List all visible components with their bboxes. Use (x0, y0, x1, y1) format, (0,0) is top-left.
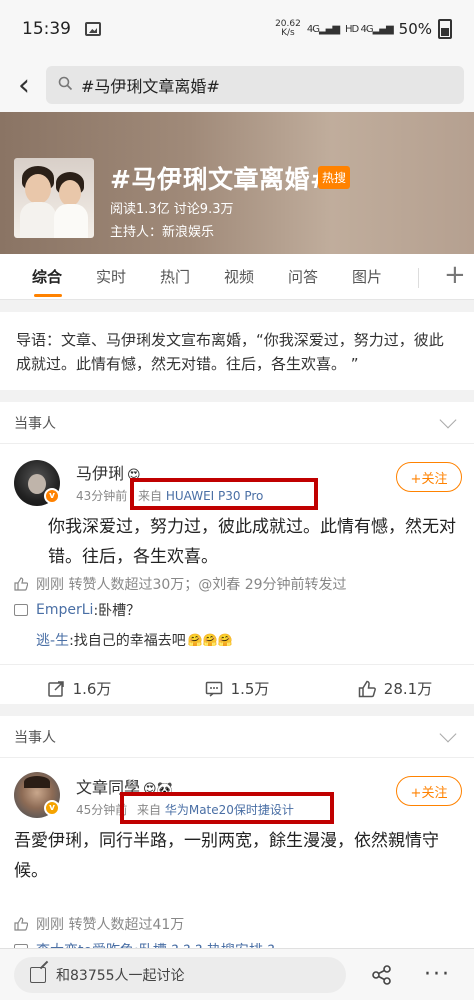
status-time: 15:39 (22, 19, 71, 39)
topic-stats: 阅读1.3亿 讨论9.3万 (110, 202, 234, 217)
like-button[interactable]: 28.1万 (316, 665, 474, 712)
follow-button[interactable]: +关注 (396, 776, 462, 806)
pencil-icon (30, 966, 46, 983)
repost-icon (47, 680, 65, 698)
share-icon[interactable] (370, 963, 394, 987)
emoji-icon: 🤗🤗🤗 (187, 633, 233, 647)
topic-title: #马伊琍文章离婚# (110, 165, 332, 194)
tab-qa[interactable]: 问答 (288, 266, 318, 287)
back-icon[interactable]: ‹ (4, 65, 44, 105)
post-actions: 1.6万 1.5万 28.1万 (0, 664, 474, 712)
network-type: 4G (306, 23, 320, 35)
network-speed-unit: K/s (281, 28, 295, 38)
tab-divider (418, 268, 419, 288)
plus-icon[interactable]: + (444, 260, 466, 290)
highlight-box (130, 478, 318, 510)
comment-button[interactable]: 1.5万 (158, 665, 316, 712)
section-label: 当事人 (14, 415, 56, 432)
post-card: 当事人 v 马伊琍 😍 43分钟前 来自 HUAWEI P30 Pro +关注 你… (0, 402, 474, 704)
like-count: 28.1万 (383, 680, 433, 698)
follow-button[interactable]: +关注 (396, 462, 462, 492)
comment-preview[interactable]: 逃-生:找自己的幸福去吧 🤗🤗🤗 (36, 630, 233, 650)
search-bar: ‹ #马伊琍文章离婚# (0, 58, 474, 112)
comment-user[interactable]: 逃-生 (36, 630, 69, 650)
topic-cover-image[interactable] (14, 158, 94, 238)
status-indicators: 20.62 K/s 4G▂▄▆ HD 4G▂▄▆ 50% (275, 19, 452, 39)
tab-bar: 综合 实时 热门 视频 问答 图片 + (0, 254, 474, 300)
author-name-text: 马伊琍 (76, 464, 125, 483)
signal-icon: 4G▂▄▆ (306, 23, 340, 35)
post-text-content: 吾愛伊琍，同行半路，一别两宽，餘生漫漫，依然親情守候。 (14, 831, 439, 881)
hot-badge: 热搜 (318, 166, 351, 189)
comment-icon (205, 680, 223, 698)
like-icon (14, 917, 29, 931)
post-section-header: 当事人 (0, 716, 474, 758)
repost-info[interactable]: 刚刚 转赞人数超过30万；@刘春 29分钟前转发过 (14, 574, 347, 594)
battery-icon (438, 19, 452, 39)
repost-info[interactable]: 刚刚 转赞人数超过41万 (14, 914, 184, 934)
chevron-down-icon[interactable] (439, 725, 457, 742)
more-icon[interactable]: ··· (424, 962, 451, 987)
tab-images[interactable]: 图片 (352, 266, 382, 287)
repost-text: 刚刚 转赞人数超过30万；@刘春 29分钟前转发过 (36, 577, 347, 593)
topic-guide: 导语：文章、马伊琍发文宣布离婚，“你我深爱过，努力过，彼此成就过。此情有憾，然无… (0, 312, 474, 390)
comment-count: 1.5万 (230, 680, 270, 698)
comment-text: :找自己的幸福去吧 (69, 633, 186, 649)
search-query: #马伊琍文章离婚# (81, 77, 220, 96)
battery-percent: 50% (398, 20, 432, 38)
comment-preview[interactable]: EmperLi:卧槽？ (14, 600, 140, 620)
bottom-bar: 和83755人一起讨论 ··· (0, 948, 474, 1000)
chevron-down-icon[interactable] (439, 411, 457, 428)
verified-badge: v (44, 800, 60, 816)
active-tab-indicator (34, 294, 62, 297)
hd-label: HD (345, 23, 359, 35)
repost-text: 刚刚 转赞人数超过41万 (36, 917, 185, 933)
post-time: 43分钟前 (76, 489, 128, 503)
post-section-header: 当事人 (0, 402, 474, 444)
network-type-2: 4G (360, 23, 373, 35)
verified-badge: v (44, 488, 60, 504)
post-text: 你我深爱过，努力过，彼此成就过。此情有憾，然无对错。往后，各生欢喜。 (48, 512, 458, 572)
post-text-content: 你我深爱过，努力过，彼此成就过。此情有憾，然无对错。往后，各生欢喜。 (48, 517, 456, 567)
repost-count: 1.6万 (72, 680, 112, 698)
comment-icon (14, 604, 28, 616)
network-speed: 20.62 K/s (275, 20, 301, 38)
discuss-placeholder: 和83755人一起讨论 (56, 967, 185, 984)
section-label: 当事人 (14, 729, 56, 746)
gallery-icon (85, 22, 101, 36)
topic-banner: #马伊琍文章离婚# 热搜 阅读1.3亿 讨论9.3万 主持人：新浪娱乐 (0, 112, 474, 254)
comment-user[interactable]: EmperLi (36, 602, 93, 618)
post-text: 吾愛伊琍，同行半路，一别两宽，餘生漫漫，依然親情守候。 (14, 826, 460, 886)
repost-button[interactable]: 1.6万 (0, 665, 158, 712)
topic-host[interactable]: 主持人：新浪娱乐 (110, 221, 214, 240)
tab-comprehensive[interactable]: 综合 (32, 266, 62, 287)
like-icon (14, 577, 29, 591)
search-input[interactable]: #马伊琍文章离婚# (46, 66, 464, 104)
like-icon (358, 680, 376, 698)
post-card: 当事人 v 文章同學 😍🐼 45分钟前 来自 华为Mate20保时捷设计 +关注 … (0, 716, 474, 959)
tab-hot[interactable]: 热门 (160, 266, 190, 287)
discuss-input[interactable]: 和83755人一起讨论 (14, 956, 346, 993)
status-bar: 15:39 20.62 K/s 4G▂▄▆ HD 4G▂▄▆ 50% (0, 0, 474, 58)
highlight-box (120, 792, 334, 824)
hd-signal-icon: HD 4G▂▄▆ (345, 23, 394, 35)
search-icon (58, 76, 73, 95)
comment-text: :卧槽？ (93, 603, 141, 619)
tab-video[interactable]: 视频 (224, 266, 254, 287)
tab-realtime[interactable]: 实时 (96, 266, 126, 287)
